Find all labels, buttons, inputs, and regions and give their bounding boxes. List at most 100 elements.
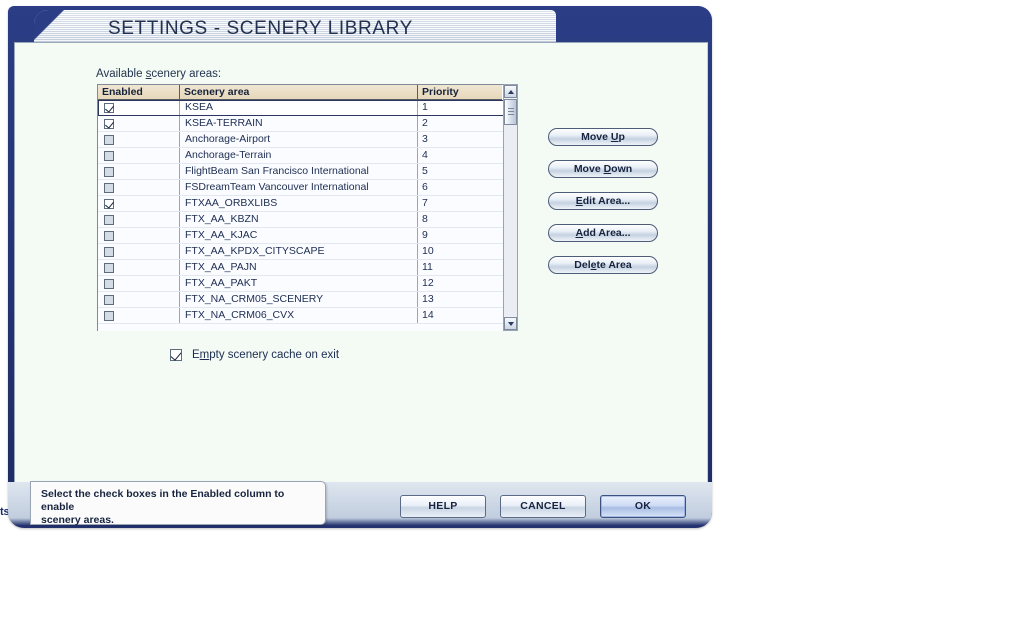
row-priority-cell: 7 — [422, 197, 428, 209]
side-button-label-post: dit Area... — [582, 195, 631, 207]
row-enabled-cell[interactable] — [98, 180, 180, 195]
list-vertical-scrollbar[interactable] — [503, 84, 518, 331]
row-scenery-area-cell: FTX_NA_CRM06_CVX — [180, 308, 418, 323]
row-priority-cell: 9 — [422, 229, 428, 241]
table-row[interactable]: Anchorage-Terrain 4 — [98, 148, 517, 164]
row-scenery-area-cell: Anchorage-Airport — [180, 132, 418, 147]
title-tab-notch — [34, 10, 66, 44]
group-label-pre: Available — [96, 68, 146, 80]
row-priority-cell: 4 — [422, 149, 428, 161]
checkbox-unchecked-icon[interactable] — [104, 166, 114, 177]
scrollbar-track[interactable] — [504, 125, 517, 316]
row-enabled-cell[interactable] — [98, 196, 180, 211]
checkbox-checked-icon[interactable] — [104, 198, 114, 209]
checkbox-unchecked-icon[interactable] — [104, 246, 114, 257]
row-enabled-cell[interactable] — [98, 164, 180, 179]
empty-scenery-cache-option[interactable]: Empty scenery cache on exit — [170, 349, 339, 361]
row-priority-cell: 1 — [422, 101, 428, 113]
table-row[interactable]: FTXAA_ORBXLIBS 7 — [98, 196, 517, 212]
status-hint-line1: Select the check boxes in the Enabled co… — [41, 488, 285, 513]
checkbox-checked-icon[interactable] — [104, 118, 114, 129]
side-button-4[interactable]: Delete Area — [548, 256, 658, 274]
table-row[interactable]: FTX_AA_KPDX_CITYSCAPE 10 — [98, 244, 517, 260]
row-scenery-area-cell: FTX_AA_KJAC — [180, 228, 418, 243]
table-row[interactable]: Anchorage-Airport 3 — [98, 132, 517, 148]
scrollbar-grip-icon — [508, 108, 514, 117]
column-header-scenery-area[interactable]: Scenery area — [180, 85, 418, 100]
row-enabled-cell[interactable] — [98, 212, 180, 227]
checkbox-unchecked-icon[interactable] — [104, 214, 114, 225]
side-button-label-post: dd Area... — [583, 227, 631, 239]
table-row[interactable]: KSEA-TERRAIN 2 — [98, 116, 517, 132]
grid-body: KSEA 1 KSEA-TERRAIN 2 Anchorage-Airport 3 Anch… — [98, 100, 517, 331]
checkbox-unchecked-icon[interactable] — [104, 294, 114, 305]
row-enabled-cell[interactable] — [98, 116, 180, 131]
row-enabled-cell[interactable] — [98, 228, 180, 243]
side-button-label-post: p — [618, 131, 625, 143]
scenery-area-list[interactable]: Enabled Scenery area Priority KSEA 1 KSEA-… — [97, 84, 518, 331]
row-scenery-area-cell: FTX_AA_KBZN — [180, 212, 418, 227]
column-header-enabled[interactable]: Enabled — [98, 85, 180, 100]
scrollbar-thumb[interactable] — [504, 99, 517, 125]
row-enabled-cell[interactable] — [98, 276, 180, 291]
table-row[interactable]: FlightBeam San Francisco International 5 — [98, 164, 517, 180]
row-enabled-cell[interactable] — [98, 148, 180, 163]
checkbox-unchecked-icon[interactable] — [104, 134, 114, 145]
table-row[interactable]: FTX_AA_PAJN 11 — [98, 260, 517, 276]
table-row[interactable]: FTX_AA_PAKT 12 — [98, 276, 517, 292]
row-enabled-cell[interactable] — [98, 308, 180, 323]
row-priority-cell: 5 — [422, 165, 428, 177]
side-button-2[interactable]: Edit Area... — [548, 192, 658, 210]
checkbox-checked-icon[interactable] — [104, 102, 114, 113]
side-button-label-pre: Move — [581, 131, 611, 143]
checkbox-unchecked-icon[interactable] — [104, 262, 114, 273]
dialog-footer-buttons: HELP CANCEL OK — [400, 495, 686, 518]
column-header-priority[interactable]: Priority — [418, 85, 502, 100]
checkbox-unchecked-icon[interactable] — [104, 230, 114, 241]
list-action-buttons: Move Up Move Down Edit Area... Add Area... D… — [548, 128, 658, 288]
empty-cache-label: Empty scenery cache on exit — [192, 349, 339, 361]
row-priority-cell: 8 — [422, 213, 428, 225]
row-priority-cell: 13 — [422, 293, 434, 305]
row-scenery-area-cell: FTX_NA_CRM05_SCENERY — [180, 292, 418, 307]
side-button-3[interactable]: Add Area... — [548, 224, 658, 242]
side-button-0[interactable]: Move Up — [548, 128, 658, 146]
checkbox-unchecked-icon[interactable] — [104, 310, 114, 321]
row-scenery-area-cell: Anchorage-Terrain — [180, 148, 418, 163]
row-enabled-cell[interactable] — [98, 292, 180, 307]
checkbox-unchecked-icon[interactable] — [104, 182, 114, 193]
row-scenery-area-cell: FlightBeam San Francisco International — [180, 164, 418, 179]
row-priority-cell: 14 — [422, 309, 434, 321]
dialog-title-tab: SETTINGS - SCENERY LIBRARY — [34, 10, 556, 44]
scroll-down-arrow-icon[interactable] — [504, 317, 517, 330]
checkbox-unchecked-icon[interactable] — [104, 150, 114, 161]
row-scenery-area-cell: FTX_AA_PAKT — [180, 276, 418, 291]
row-priority-cell: 10 — [422, 245, 434, 257]
side-button-label-pre: Move — [573, 163, 604, 175]
row-enabled-cell[interactable] — [98, 100, 180, 115]
table-row[interactable]: FSDreamTeam Vancouver International 6 — [98, 180, 517, 196]
table-row[interactable]: FTX_NA_CRM05_SCENERY 13 — [98, 292, 517, 308]
row-scenery-area-cell: FSDreamTeam Vancouver International — [180, 180, 418, 195]
scroll-up-arrow-icon[interactable] — [504, 85, 517, 98]
footer-button-help[interactable]: HELP — [400, 495, 486, 518]
footer-button-ok[interactable]: OK — [600, 495, 686, 518]
table-row[interactable]: FTX_AA_KBZN 8 — [98, 212, 517, 228]
opt-label-mnemonic: m — [199, 349, 210, 361]
empty-cache-checkbox[interactable] — [170, 349, 182, 361]
table-row[interactable]: FTX_AA_KJAC 9 — [98, 228, 517, 244]
row-enabled-cell[interactable] — [98, 244, 180, 259]
side-button-mnemonic: E — [575, 195, 583, 207]
row-priority-cell: 3 — [422, 133, 428, 145]
row-enabled-cell[interactable] — [98, 132, 180, 147]
side-button-mnemonic: A — [575, 227, 584, 239]
side-button-label-post: te Area — [596, 259, 632, 271]
checkbox-unchecked-icon[interactable] — [104, 278, 114, 289]
footer-button-cancel[interactable]: CANCEL — [500, 495, 586, 518]
side-button-label-post: own — [611, 163, 633, 175]
row-scenery-area-cell: FTXAA_ORBXLIBS — [180, 196, 418, 211]
table-row[interactable]: KSEA 1 — [98, 100, 517, 116]
side-button-1[interactable]: Move Down — [548, 160, 658, 178]
table-row[interactable]: FTX_NA_CRM06_CVX 14 — [98, 308, 517, 324]
row-enabled-cell[interactable] — [98, 260, 180, 275]
